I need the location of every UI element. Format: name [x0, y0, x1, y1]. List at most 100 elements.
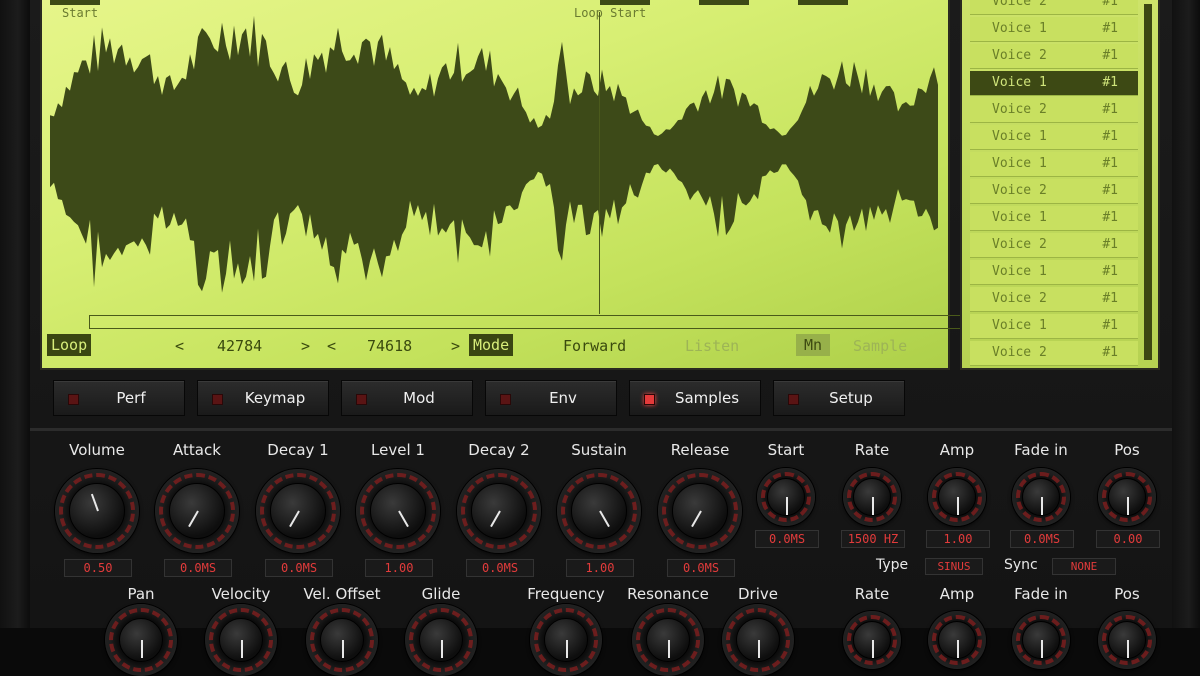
tab-keymap[interactable]: Keymap	[197, 380, 329, 416]
knob-rate[interactable]	[843, 468, 901, 526]
loop-start-line[interactable]	[599, 12, 600, 314]
tab-mod[interactable]: Mod	[341, 380, 473, 416]
value-display-rate[interactable]: 1500 HZ	[841, 530, 905, 548]
knob-decay-1[interactable]	[256, 469, 340, 553]
knob-decay-2[interactable]	[457, 469, 541, 553]
knob-frequency-2[interactable]	[530, 604, 602, 676]
tab-led-indicator	[788, 394, 799, 405]
voice-name: Voice 2	[992, 102, 1047, 117]
knob-amp-2[interactable]	[928, 611, 986, 669]
voice-list-item[interactable]: Voice 1 #1	[970, 71, 1138, 96]
voice-list-item[interactable]: Voice 2 #1	[970, 0, 1138, 15]
value-display-start[interactable]: 0.0MS	[755, 530, 819, 548]
loop-start-increment[interactable]: >	[301, 337, 310, 355]
tab-perf[interactable]: Perf	[53, 380, 185, 416]
voice-list-item[interactable]: Voice 2 #1	[970, 44, 1138, 69]
value-display-decay-1[interactable]: 0.0MS	[265, 559, 333, 577]
loop-start-value[interactable]: 42784	[217, 337, 262, 355]
knob-pos[interactable]	[1098, 468, 1156, 526]
knob-label-fade-in-2: Fade in	[1014, 585, 1068, 603]
voice-list-scrollbar[interactable]	[1144, 4, 1152, 360]
value-display-amp[interactable]: 1.00	[926, 530, 990, 548]
knob-vel-offset-2[interactable]	[306, 604, 378, 676]
knob-label-decay-2: Decay 2	[468, 441, 530, 459]
value-display-sustain[interactable]: 1.00	[566, 559, 634, 577]
knob-indicator	[441, 640, 443, 658]
waveform-display[interactable]: Start Loop Start	[40, 0, 980, 370]
lfo-type-select[interactable]: SINUS	[925, 558, 983, 575]
knob-start[interactable]	[757, 468, 815, 526]
voice-list-item[interactable]: Voice 1 #1	[970, 314, 1138, 339]
knob-fade-in[interactable]	[1012, 468, 1070, 526]
knob-indicator	[241, 640, 243, 658]
value-display-volume[interactable]: 0.50	[64, 559, 132, 577]
knob-sustain[interactable]	[557, 469, 641, 553]
listen-button[interactable]: Listen	[685, 337, 739, 355]
value-display-level-1[interactable]: 1.00	[365, 559, 433, 577]
tab-led-indicator	[500, 394, 511, 405]
knob-label-level-1: Level 1	[371, 441, 425, 459]
voice-list-item[interactable]: Voice 2 #1	[970, 233, 1138, 258]
value-display-decay-2[interactable]: 0.0MS	[466, 559, 534, 577]
knob-drive-2[interactable]	[722, 604, 794, 676]
value-display-pos[interactable]: 0.00	[1096, 530, 1160, 548]
voice-list-item[interactable]: Voice 1 #1	[970, 260, 1138, 285]
knob-amp[interactable]	[928, 468, 986, 526]
tab-label: Mod	[403, 389, 435, 407]
value-display-release[interactable]: 0.0MS	[667, 559, 735, 577]
waveform-scrollbar[interactable]	[89, 315, 980, 329]
section-divider	[30, 428, 1172, 431]
loop-start-decrement[interactable]: <	[175, 337, 184, 355]
knob-indicator	[786, 497, 788, 515]
tab-env[interactable]: Env	[485, 380, 617, 416]
mn-button[interactable]: Mn	[796, 334, 831, 356]
knob-label-frequency-2: Frequency	[527, 585, 605, 603]
voice-name: Voice 1	[992, 264, 1047, 279]
voice-key: #1	[1102, 291, 1118, 306]
knob-pos-2[interactable]	[1098, 611, 1156, 669]
loop-label: Loop	[47, 334, 92, 356]
knob-indicator	[957, 497, 959, 515]
knob-release[interactable]	[658, 469, 742, 553]
sample-button[interactable]: Sample	[853, 337, 907, 355]
knob-velocity-2[interactable]	[205, 604, 277, 676]
lfo-type-label: Type	[876, 557, 909, 573]
knob-resonance-2[interactable]	[632, 604, 704, 676]
voice-key: #1	[1102, 75, 1118, 90]
voice-list-item[interactable]: Voice 2 #1	[970, 287, 1138, 312]
loop-end-decrement[interactable]: <	[327, 337, 336, 355]
lfo-sync-select[interactable]: NONE	[1052, 558, 1116, 575]
value-display-attack[interactable]: 0.0MS	[164, 559, 232, 577]
knob-pan-2[interactable]	[105, 604, 177, 676]
knob-volume[interactable]	[55, 469, 139, 553]
knob-label-release: Release	[670, 441, 730, 459]
loop-status-bar: Loop < 42784 > < 74618 > Mode Forward Li…	[45, 333, 940, 361]
value-display-fade-in[interactable]: 0.0MS	[1010, 530, 1074, 548]
voice-list-item[interactable]: Voice 1 #1	[970, 206, 1138, 231]
tab-setup[interactable]: Setup	[773, 380, 905, 416]
voice-key: #1	[1102, 48, 1118, 63]
loop-end-value[interactable]: 74618	[367, 337, 412, 355]
knob-level-1[interactable]	[356, 469, 440, 553]
mode-value[interactable]: Forward	[563, 337, 626, 355]
knob-rate-2[interactable]	[843, 611, 901, 669]
voice-list-item[interactable]: Voice 1 #1	[970, 125, 1138, 150]
knob-label-attack: Attack	[173, 441, 221, 459]
tab-samples[interactable]: Samples	[629, 380, 761, 416]
voice-list-item[interactable]: Voice 2 #1	[970, 341, 1138, 366]
loop-end-increment[interactable]: >	[451, 337, 460, 355]
knob-attack[interactable]	[155, 469, 239, 553]
voice-list-item[interactable]: Voice 1 #1	[970, 152, 1138, 177]
knob-indicator	[957, 640, 959, 658]
voice-list-item[interactable]: Voice 1 #1	[970, 17, 1138, 42]
voice-name: Voice 1	[992, 75, 1047, 90]
knob-label-vel-offset-2: Vel. Offset	[303, 585, 381, 603]
voice-list-item[interactable]: Voice 2 #1	[970, 98, 1138, 123]
knob-fade-in-2[interactable]	[1012, 611, 1070, 669]
knob-indicator	[668, 640, 670, 658]
knob-glide-2[interactable]	[405, 604, 477, 676]
voice-list-item[interactable]: Voice 2 #1	[970, 179, 1138, 204]
knob-label-pan-2: Pan	[127, 585, 155, 603]
knob-label-resonance-2: Resonance	[627, 585, 709, 603]
voice-key: #1	[1102, 0, 1118, 9]
